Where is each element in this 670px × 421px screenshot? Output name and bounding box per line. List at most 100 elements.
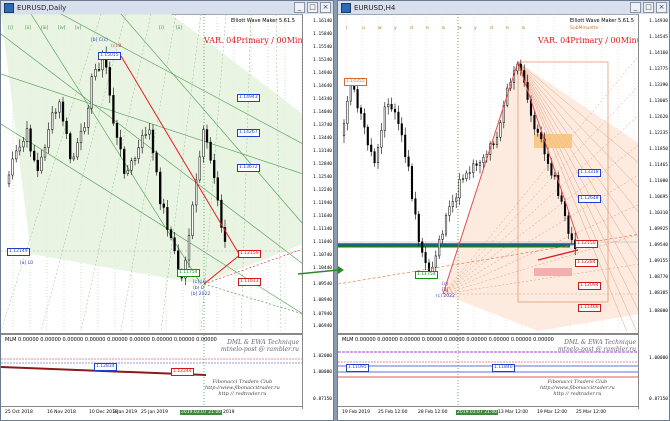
candle-body: [424, 252, 427, 264]
price-tick: 1.13005: [649, 99, 668, 104]
expert-info: Elliott Wave Maker 5.61.5: [231, 18, 295, 24]
candle-body: [404, 134, 407, 158]
level-box: 1.12094: [578, 282, 601, 290]
level-box: 1.12834: [94, 363, 117, 371]
level-box: 1.11840: [492, 364, 515, 372]
wave-letter: y: [394, 26, 397, 31]
candle-body: [366, 126, 369, 146]
candle-body: [387, 103, 390, 108]
wave-label: [ii]: [25, 26, 32, 31]
candle-body: [79, 130, 83, 143]
candle-body: [155, 152, 158, 173]
link-arrow-head: [338, 266, 344, 274]
maximize-button[interactable]: □: [307, 2, 318, 13]
candle-body: [397, 111, 400, 124]
date-tick: 13 Mar 12:00: [498, 410, 529, 415]
indicator-subwindow[interactable]: MLM 0.00000 0.00000 0.00000 0.00000 0.00…: [338, 333, 640, 411]
technique-title: DML & EWA Technique mtnelo-post @ ramble…: [221, 339, 299, 353]
candle-body: [553, 174, 556, 177]
price-tick: 1.11940: [313, 201, 332, 206]
level-box: 1.11754: [415, 271, 438, 279]
wave-letter: d: [490, 26, 493, 31]
candle-body: [169, 229, 173, 238]
indicator-subwindow[interactable]: MLM 0.00000 0.00000 0.00000 0.00000 0.00…: [1, 333, 303, 411]
candle-body: [119, 137, 122, 150]
price-tick: 1.16140: [313, 19, 332, 24]
technique-line: DML & EWA Technique: [227, 339, 299, 346]
price-tick: 1.13740: [313, 123, 332, 128]
chart-window-daily[interactable]: EURUSD,Daily _ □ × Elliott Wave Maker 5.…: [0, 0, 334, 421]
wave-label: [b] C(c): [91, 38, 108, 43]
wave-letter: e: [426, 26, 429, 31]
date-tick: 19 Feb 2019: [342, 410, 371, 415]
wave-label: [b] 2022: [191, 292, 211, 297]
current-time-marker: 2019.03.07 21:00: [456, 410, 499, 415]
indicator-label: MLM 0.00000 0.00000 0.00000 0.00000 0.00…: [342, 337, 554, 343]
wave-label: [ii]: [176, 26, 183, 31]
candle-body: [72, 156, 75, 160]
indicator-label: MLM 0.00000 0.00000 0.00000 0.00000 0.00…: [5, 337, 217, 343]
wave-label: [i]: [8, 26, 13, 31]
date-axis: 25 Oct 2018 16 Nov 2018 10 Dec 2018 3 Ja…: [1, 406, 303, 420]
candle-body: [444, 215, 448, 235]
fib-club-credit: Fibonacci Traders Club http://www.fibona…: [205, 379, 280, 397]
wave-label: [a] L0: [20, 261, 34, 266]
candle-body: [560, 195, 563, 202]
level-box: 1.14355: [344, 78, 367, 86]
candle-body: [11, 158, 14, 176]
price-chart-area[interactable]: Elliott Wave Maker 5.61.5 SubMinuette VA…: [338, 14, 640, 331]
price-axis[interactable]: 1.14930 1.14545 1.14160 1.13775 1.13390 …: [638, 14, 669, 409]
maximize-button[interactable]: □: [643, 2, 654, 13]
wave-letter: e: [506, 26, 509, 31]
candle-body: [570, 233, 573, 241]
price-tick: 1.11465: [649, 163, 668, 168]
candle-body: [370, 144, 373, 152]
candle-body: [536, 128, 539, 133]
wave-label: [iii]: [41, 26, 49, 31]
window-titlebar[interactable]: EURUSD,Daily _ □ ×: [1, 1, 333, 15]
candle-body: [198, 156, 201, 181]
candle-body: [455, 197, 458, 202]
indicator-tick: 0.87150: [313, 397, 332, 402]
price-tick: 1.13440: [313, 136, 332, 141]
price-tick: 1.09155: [649, 259, 668, 264]
price-tick: 1.14930: [649, 19, 668, 24]
candle-body: [123, 148, 126, 174]
level-box: 1.13318: [578, 169, 601, 177]
fib-club-credit: Fibonacci Traders Club http://www.fibona…: [540, 379, 615, 397]
chart-window-h4[interactable]: EURUSD,H4 _ □ × Elliott Wave Maker 5.61.…: [337, 0, 670, 421]
candle-body: [25, 128, 29, 142]
candle-body: [475, 163, 478, 166]
date-axis: 19 Feb 2019 25 Feb 12:00 28 Feb 12:00 20…: [338, 406, 640, 420]
candle-body: [51, 112, 54, 130]
candle-body: [58, 101, 61, 113]
price-tick: 1.14040: [313, 110, 332, 115]
candle-body: [151, 129, 155, 154]
candle-body: [83, 127, 86, 132]
price-tick: 1.09540: [649, 243, 668, 248]
close-button[interactable]: ×: [656, 2, 667, 13]
candle-body: [97, 69, 101, 71]
variant-label: VAR. 04Primary / 00Minute: [204, 36, 303, 45]
date-tick: 2019: [223, 410, 235, 415]
candle-body: [342, 123, 346, 137]
window-titlebar[interactable]: EURUSD,H4 _ □ ×: [338, 1, 669, 15]
level-box: 1.12149: [7, 248, 30, 256]
price-tick: 1.08000: [649, 309, 668, 314]
candle-body: [29, 128, 32, 152]
level-box: 1.12159: [238, 250, 261, 258]
chart-window-icon: [341, 2, 351, 13]
minimize-button[interactable]: _: [630, 2, 641, 13]
price-tick: 1.12540: [313, 175, 332, 180]
candle-body: [383, 106, 386, 131]
minimize-button[interactable]: _: [294, 2, 305, 13]
candle-body: [461, 178, 465, 180]
price-tick: 1.14640: [313, 84, 332, 89]
close-button[interactable]: ×: [320, 2, 331, 13]
price-tick: 1.12840: [313, 162, 332, 167]
price-tick: 1.10740: [313, 253, 332, 258]
price-axis[interactable]: 1.16140 1.15840 1.15540 1.15240 1.14940 …: [302, 14, 333, 409]
price-chart-area[interactable]: Elliott Wave Maker 5.61.5 VAR. 04Primary…: [1, 14, 303, 331]
candle-body: [373, 151, 376, 164]
wave-label: (c) B: [111, 44, 122, 49]
